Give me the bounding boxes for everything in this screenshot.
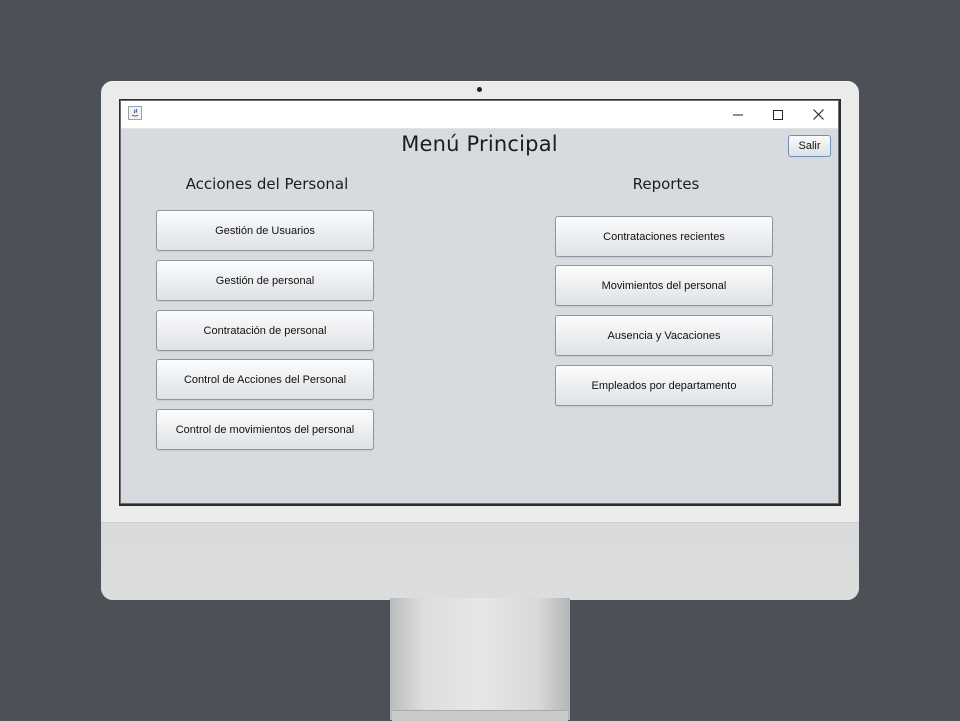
- recent-hires-report-button[interactable]: Contrataciones recientes: [555, 216, 773, 257]
- title-bar: [121, 101, 838, 129]
- monitor-frame: Menú Principal Salir Acciones del Person…: [101, 81, 859, 600]
- maximize-icon: [773, 109, 783, 120]
- page-title: Menú Principal: [401, 132, 558, 156]
- java-app-icon: [128, 106, 142, 120]
- personnel-actions-control-button[interactable]: Control de Acciones del Personal: [156, 359, 374, 400]
- minimize-icon: [733, 114, 743, 115]
- personnel-management-button[interactable]: Gestión de personal: [156, 260, 374, 301]
- minimize-button[interactable]: [718, 101, 758, 128]
- employees-by-department-report-button[interactable]: Empleados por departamento: [555, 365, 773, 406]
- app-window: Menú Principal Salir Acciones del Person…: [120, 100, 839, 504]
- reports-heading: Reportes: [632, 175, 700, 193]
- monitor-screen: Menú Principal Salir Acciones del Person…: [119, 99, 841, 506]
- exit-button[interactable]: Salir: [788, 135, 831, 157]
- monitor-stand: [390, 598, 570, 720]
- user-management-button[interactable]: Gestión de Usuarios: [156, 210, 374, 251]
- personnel-movements-control-button[interactable]: Control de movimientos del personal: [156, 409, 374, 450]
- maximize-button[interactable]: [758, 101, 798, 128]
- close-icon: [812, 109, 824, 120]
- personnel-actions-heading: Acciones del Personal: [185, 175, 349, 193]
- absence-vacation-report-button[interactable]: Ausencia y Vacaciones: [555, 315, 773, 356]
- camera-dot: [477, 87, 482, 92]
- personnel-movements-report-button[interactable]: Movimientos del personal: [555, 265, 773, 306]
- personnel-hiring-button[interactable]: Contratación de personal: [156, 310, 374, 351]
- close-button[interactable]: [798, 101, 838, 128]
- main-panel: Menú Principal Salir Acciones del Person…: [121, 129, 838, 503]
- monitor-stand-base: [392, 710, 568, 721]
- monitor-chin: [101, 522, 859, 600]
